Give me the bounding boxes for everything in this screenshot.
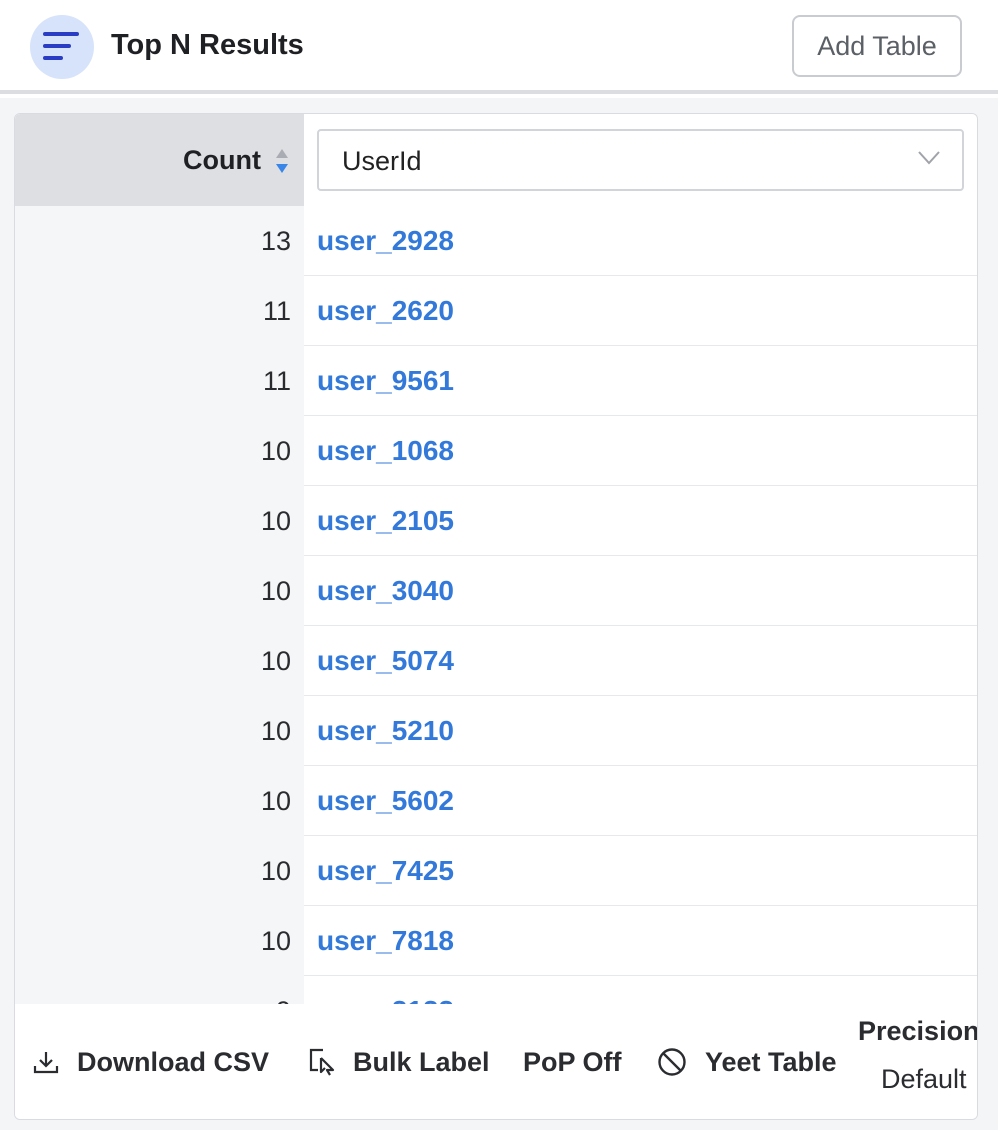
count-header-label: Count — [183, 145, 261, 175]
bulk-label-button[interactable]: Bulk Label — [309, 1042, 490, 1082]
bulk-label-label: Bulk Label — [353, 1046, 490, 1077]
table-body: 13 user_2928 11 user_2620 11 user_9561 1… — [15, 206, 977, 1004]
user-link[interactable]: user_3040 — [317, 575, 454, 607]
count-cell: 11 — [262, 366, 291, 396]
table-row: 10 user_7425 — [15, 836, 977, 906]
user-link[interactable]: user_5210 — [317, 715, 454, 747]
table-footer-toolbar: Download CSV Bulk Label PoP Off Yeet Tab… — [15, 1004, 978, 1119]
yeet-table-button[interactable]: Yeet Table — [657, 1042, 837, 1082]
user-link[interactable]: user_2122 — [317, 995, 454, 1004]
menu-lines-icon — [43, 32, 79, 60]
group-by-select[interactable]: UserId — [317, 129, 964, 191]
table-row: 10 user_7818 — [15, 906, 977, 976]
count-cell: 10 — [260, 576, 291, 606]
count-column-header[interactable]: Count — [15, 114, 304, 206]
count-cell: 10 — [260, 716, 291, 746]
count-cell: 10 — [260, 926, 291, 956]
user-link[interactable]: user_2928 — [317, 225, 454, 257]
count-cell: 10 — [260, 436, 291, 466]
table-row: 10 user_3040 — [15, 556, 977, 626]
user-link[interactable]: user_9561 — [317, 365, 454, 397]
yeet-table-label: Yeet Table — [705, 1046, 837, 1077]
count-cell: 10 — [260, 856, 291, 886]
table-row: 10 user_5210 — [15, 696, 977, 766]
count-cell: 10 — [260, 646, 291, 676]
count-cell: 9 — [276, 996, 291, 1004]
user-link[interactable]: user_7425 — [317, 855, 454, 887]
user-link[interactable]: user_7818 — [317, 925, 454, 957]
user-link[interactable]: user_5602 — [317, 785, 454, 817]
count-cell: 10 — [260, 506, 291, 536]
user-link[interactable]: user_2105 — [317, 505, 454, 537]
table-header: Count UserId — [15, 114, 977, 206]
table-row: 10 user_5602 — [15, 766, 977, 836]
count-cell: 11 — [262, 296, 291, 326]
precision-label: Precision: — [858, 1016, 978, 1046]
download-icon — [33, 1052, 59, 1074]
user-link[interactable]: user_5074 — [317, 645, 454, 677]
ban-icon — [658, 1048, 686, 1076]
chevron-down-icon — [918, 151, 940, 165]
table-row: 10 user_5074 — [15, 626, 977, 696]
download-csv-label: Download CSV — [77, 1046, 270, 1077]
pop-off-button[interactable]: PoP Off — [523, 1042, 622, 1082]
sort-icon[interactable] — [275, 148, 289, 174]
menu-button[interactable] — [30, 15, 94, 79]
precision-select[interactable]: Default — [881, 1064, 967, 1095]
table-row: 10 user_2105 — [15, 486, 977, 556]
group-by-selected-value: UserId — [342, 146, 422, 176]
header-bar: Top N Results Add Table — [0, 0, 998, 94]
table-row: 11 user_9561 — [15, 346, 977, 416]
count-cell: 10 — [260, 786, 291, 816]
user-link[interactable]: user_1068 — [317, 435, 454, 467]
results-panel: Count UserId 13 user_2928 11 user_2620 1… — [14, 113, 978, 1120]
count-cell: 13 — [260, 226, 291, 256]
table-row: 13 user_2928 — [15, 206, 977, 276]
user-link[interactable]: user_2620 — [317, 295, 454, 327]
pop-off-label: PoP Off — [523, 1046, 622, 1077]
table-row: 9 user_2122 — [15, 976, 977, 1004]
download-csv-button[interactable]: Download CSV — [33, 1042, 269, 1082]
table-row: 10 user_1068 — [15, 416, 977, 486]
cursor-select-icon — [309, 1048, 335, 1076]
table-row: 11 user_2620 — [15, 276, 977, 346]
add-table-button[interactable]: Add Table — [792, 15, 962, 77]
page-title: Top N Results — [111, 29, 304, 61]
